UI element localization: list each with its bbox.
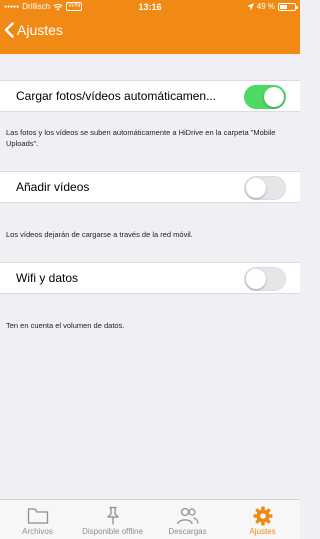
setting-label-add-videos: Añadir vídeos <box>16 180 90 194</box>
footnote-wifi-data: Ten en cuenta el volumen de datos. <box>6 321 125 330</box>
back-label: Ajustes <box>17 22 63 38</box>
status-bar: ●●●●● Drillisch VPN 13:16 49 % <box>0 0 300 14</box>
setting-row-wifi-data: Wifi y datos <box>0 262 300 294</box>
pin-icon <box>106 506 119 525</box>
tab-label: Disponible offline <box>82 527 143 536</box>
tab-descargas[interactable]: Descargas <box>150 500 225 539</box>
setting-row-add-videos: Añadir vídeos <box>0 171 300 203</box>
setting-row-auto-upload: Cargar fotos/vídeos automáticamen... <box>0 80 300 112</box>
tab-icon-wrap <box>105 506 121 526</box>
toggle-knob <box>246 178 266 198</box>
tab-disponible-offline[interactable]: Disponible offline <box>75 500 150 539</box>
tab-icon-wrap <box>253 506 273 526</box>
toggle-add-videos[interactable] <box>244 176 286 200</box>
status-right: 49 % <box>246 2 298 11</box>
gear-icon <box>253 506 272 526</box>
folder-icon <box>27 508 48 524</box>
tab-archivos[interactable]: Archivos <box>0 500 75 539</box>
toggle-knob <box>246 269 266 289</box>
setting-label-auto-upload: Cargar fotos/vídeos automáticamen... <box>16 89 217 103</box>
tab-label: Ajustes <box>249 527 276 536</box>
tab-label: Descargas <box>168 527 207 536</box>
battery-icon <box>278 2 298 11</box>
tab-bar: Archivos Disponible offline Descargas Aj… <box>0 499 300 539</box>
toggle-wifi-data[interactable] <box>244 267 286 291</box>
location-arrow-icon <box>246 2 254 10</box>
chevron-left-icon <box>4 22 14 38</box>
footnote-auto-upload: Las fotos y los vídeos se suben automáti… <box>6 128 276 148</box>
battery-percent: 49 % <box>256 2 275 11</box>
app-header: ●●●●● Drillisch VPN 13:16 49 % Ajustes <box>0 0 300 54</box>
users-icon <box>176 507 199 525</box>
back-button[interactable]: Ajustes <box>4 22 63 38</box>
tab-icon-wrap <box>176 506 200 526</box>
footnote-add-videos: Los vídeos dejarán de cargarse a través … <box>6 230 193 239</box>
battery-fill <box>280 4 287 9</box>
tab-icon-wrap <box>27 506 49 526</box>
tab-ajustes[interactable]: Ajustes <box>225 500 300 539</box>
toggle-auto-upload[interactable] <box>244 85 286 109</box>
setting-label-wifi-data: Wifi y datos <box>16 271 79 285</box>
tab-label: Archivos <box>22 527 53 536</box>
toggle-knob <box>264 87 284 107</box>
